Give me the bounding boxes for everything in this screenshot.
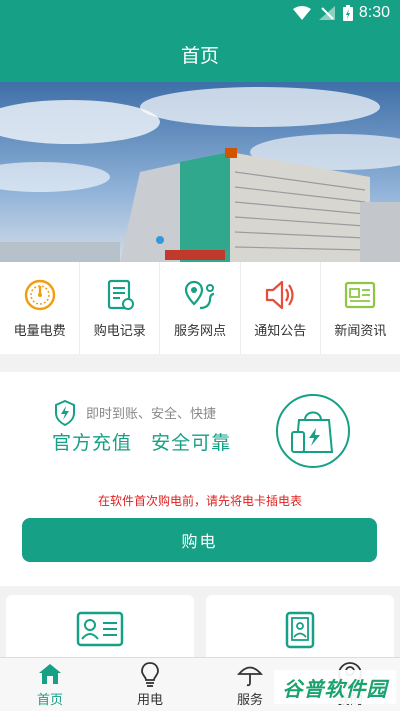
app-bar: 首页 [0, 26, 400, 82]
tab-label: 用电 [136, 693, 163, 708]
home-icon [39, 664, 61, 684]
shield-bolt-icon [55, 400, 75, 426]
quick-nav-label: 购电记录 [93, 323, 146, 339]
quick-nav-purchase-record[interactable]: 购电记录 [80, 262, 161, 354]
card-account-info[interactable] [6, 595, 194, 665]
battery-charging-icon [342, 5, 353, 21]
tab-label: 首页 [36, 693, 63, 708]
promo-title-a: 官方充值 [52, 432, 133, 454]
quick-nav-electricity-fee[interactable]: 电量电费 [0, 262, 81, 354]
status-bar: 8:30 [0, 0, 400, 26]
buy-electricity-button[interactable]: 购电 [22, 518, 377, 562]
quick-nav-label: 电量电费 [13, 323, 66, 339]
quick-nav-label: 服务网点 [174, 323, 227, 339]
quick-nav-service-outlets[interactable]: 服务网点 [160, 262, 241, 354]
watermark-logo: 谷普软件园 [274, 670, 396, 704]
speaker-icon [266, 280, 294, 309]
promo-title: 官方充值 安全可靠 [52, 428, 231, 455]
signal-muted-icon [318, 6, 335, 20]
banner-carousel[interactable] [0, 82, 400, 262]
tab-usage[interactable]: 用电 [100, 658, 200, 711]
quick-nav-label: 通知公告 [254, 323, 307, 339]
news-icon [345, 281, 376, 308]
promo-subtitle: 即时到账、安全、快捷 [86, 407, 217, 422]
promo-title-b: 安全可靠 [151, 432, 232, 454]
quick-nav-label: 新闻资讯 [334, 323, 387, 339]
bulb-icon [141, 662, 159, 687]
gauge-icon [24, 279, 55, 310]
quick-nav-notices[interactable]: 通知公告 [241, 262, 321, 354]
tab-label: 服务 [236, 693, 263, 708]
id-card-icon [76, 611, 124, 647]
meter-card-icon [285, 611, 315, 649]
page-title: 首页 [180, 44, 219, 67]
card-electric-meter[interactable] [206, 595, 394, 665]
quick-nav-news[interactable]: 新闻资讯 [321, 262, 400, 354]
shopping-bag-icon [276, 394, 350, 468]
status-time: 8:30 [358, 4, 390, 21]
purchase-panel: 即时到账、安全、快捷 官方充值 安全可靠 在软件首次购电前，请先将电卡插电表 购… [0, 372, 400, 586]
record-icon [107, 279, 134, 310]
feature-cards [0, 595, 400, 665]
quick-nav: 电量电费 购电记录 服务网点 通知公告 新闻资讯 [0, 262, 400, 354]
wifi-icon [292, 6, 311, 20]
umbrella-icon [237, 666, 263, 687]
map-pin-icon [184, 280, 215, 309]
banner-image [0, 82, 400, 262]
purchase-notice: 在软件首次购电前，请先将电卡插电表 [97, 494, 302, 508]
tab-home[interactable]: 首页 [0, 658, 100, 711]
